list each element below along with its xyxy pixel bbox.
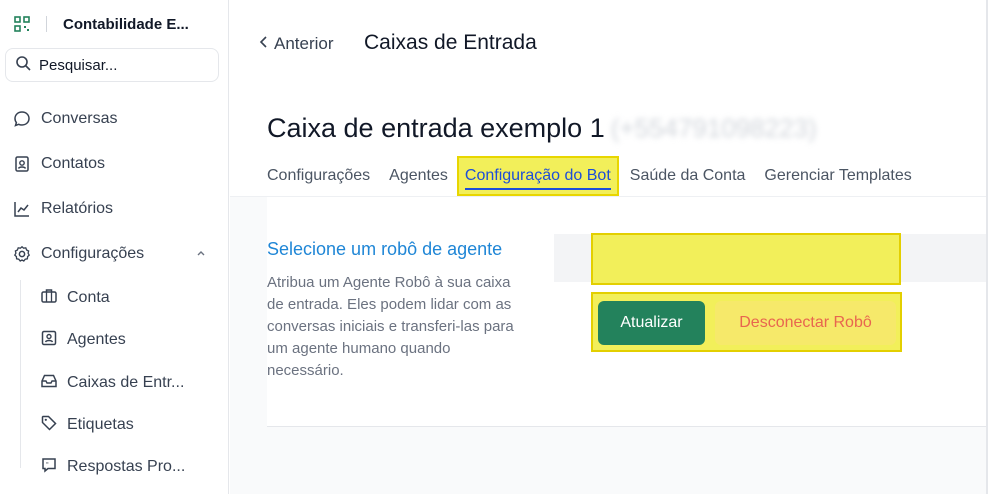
tab-configuracao-do-bot[interactable]: Configuração do Bot bbox=[456, 156, 619, 196]
section-divider bbox=[267, 426, 988, 427]
qr-logo-icon bbox=[14, 16, 30, 32]
section-description: Atribua um Agente Robô à sua caixa de en… bbox=[267, 274, 514, 379]
search-icon bbox=[15, 55, 31, 76]
search-button[interactable]: Pesquisar... bbox=[5, 48, 219, 82]
chevron-up-icon bbox=[195, 246, 207, 264]
brand-divider bbox=[46, 16, 47, 32]
sidebar-item-label: Etiquetas bbox=[67, 416, 134, 433]
sidebar-item-label: Caixas de Entr... bbox=[67, 374, 185, 391]
sidebar-item-respostas-prontas[interactable]: " Respostas Pro... bbox=[40, 450, 210, 484]
nav-label: Relatórios bbox=[41, 200, 114, 217]
svg-text:": " bbox=[46, 461, 49, 468]
chat-bubble-icon bbox=[12, 109, 32, 129]
sidebar: Contabilidade E... Pesquisar... Conversa… bbox=[0, 0, 229, 494]
sidebar-item-conta[interactable]: Conta bbox=[40, 281, 210, 315]
nav-item-conversas[interactable]: Conversas bbox=[12, 101, 217, 137]
inbox-phone: (+554791098223) bbox=[610, 113, 817, 143]
contact-card-icon bbox=[12, 154, 32, 174]
inbox-icon bbox=[40, 372, 58, 395]
agent-card-icon bbox=[40, 329, 58, 352]
inbox-name: Caixa de entrada exemplo 1 bbox=[267, 113, 605, 143]
line-chart-icon bbox=[12, 199, 32, 219]
tab-saude-da-conta[interactable]: Saúde da Conta bbox=[630, 158, 746, 194]
update-button[interactable]: Atualizar bbox=[598, 301, 705, 345]
main-content: Anterior Caixas de Entrada Caixa de entr… bbox=[230, 0, 988, 494]
disconnect-bot-button[interactable]: Desconectar Robô bbox=[715, 301, 896, 345]
tab-configuracoes[interactable]: Configurações bbox=[267, 158, 370, 194]
settings-icon bbox=[12, 244, 32, 264]
back-button[interactable]: Anterior bbox=[258, 34, 334, 54]
subnav-guide-line bbox=[20, 280, 21, 468]
agent-bot-select[interactable] bbox=[591, 233, 901, 285]
page-title: Caixas de Entrada bbox=[364, 31, 537, 54]
chevron-left-icon bbox=[258, 34, 270, 54]
page-header: Anterior Caixas de Entrada bbox=[230, 0, 988, 88]
account-name[interactable]: Contabilidade E... bbox=[63, 16, 189, 33]
nav-item-contatos[interactable]: Contatos bbox=[12, 146, 217, 182]
sidebar-item-label: Respostas Pro... bbox=[67, 458, 186, 475]
nav-label: Configurações bbox=[41, 245, 145, 262]
sidebar-item-label: Agentes bbox=[67, 331, 126, 348]
sidebar-item-label: Conta bbox=[67, 289, 110, 306]
inbox-title: Caixa de entrada exemplo 1 (+554791098223… bbox=[267, 113, 817, 144]
sidebar-item-caixas-de-entrada[interactable]: Caixas de Entr... bbox=[40, 366, 210, 400]
search-label: Pesquisar... bbox=[39, 56, 118, 74]
nav-label: Contatos bbox=[41, 155, 106, 172]
settings-tabs: Configurações Agentes Configuração do Bo… bbox=[267, 156, 931, 196]
briefcase-icon bbox=[40, 287, 58, 310]
brand: Contabilidade E... bbox=[14, 12, 219, 36]
sidebar-item-etiquetas[interactable]: Etiquetas bbox=[40, 408, 210, 442]
section-heading: Selecione um robô de agente bbox=[267, 239, 503, 259]
tag-icon bbox=[40, 414, 58, 437]
quick-reply-icon: " bbox=[40, 456, 58, 479]
nav-item-relatorios[interactable]: Relatórios bbox=[12, 191, 217, 227]
tab-agentes[interactable]: Agentes bbox=[389, 158, 448, 194]
back-label: Anterior bbox=[274, 34, 334, 53]
nav-label: Conversas bbox=[41, 110, 118, 127]
tab-content: Selecione um robô de agente Atribua um A… bbox=[230, 196, 988, 494]
sidebar-item-agentes[interactable]: Agentes bbox=[40, 323, 210, 357]
nav-item-configuracoes[interactable]: Configurações bbox=[12, 236, 217, 272]
bot-config-section: Selecione um robô de agente Atribua um A… bbox=[267, 197, 988, 427]
tab-gerenciar-templates[interactable]: Gerenciar Templates bbox=[764, 158, 911, 194]
